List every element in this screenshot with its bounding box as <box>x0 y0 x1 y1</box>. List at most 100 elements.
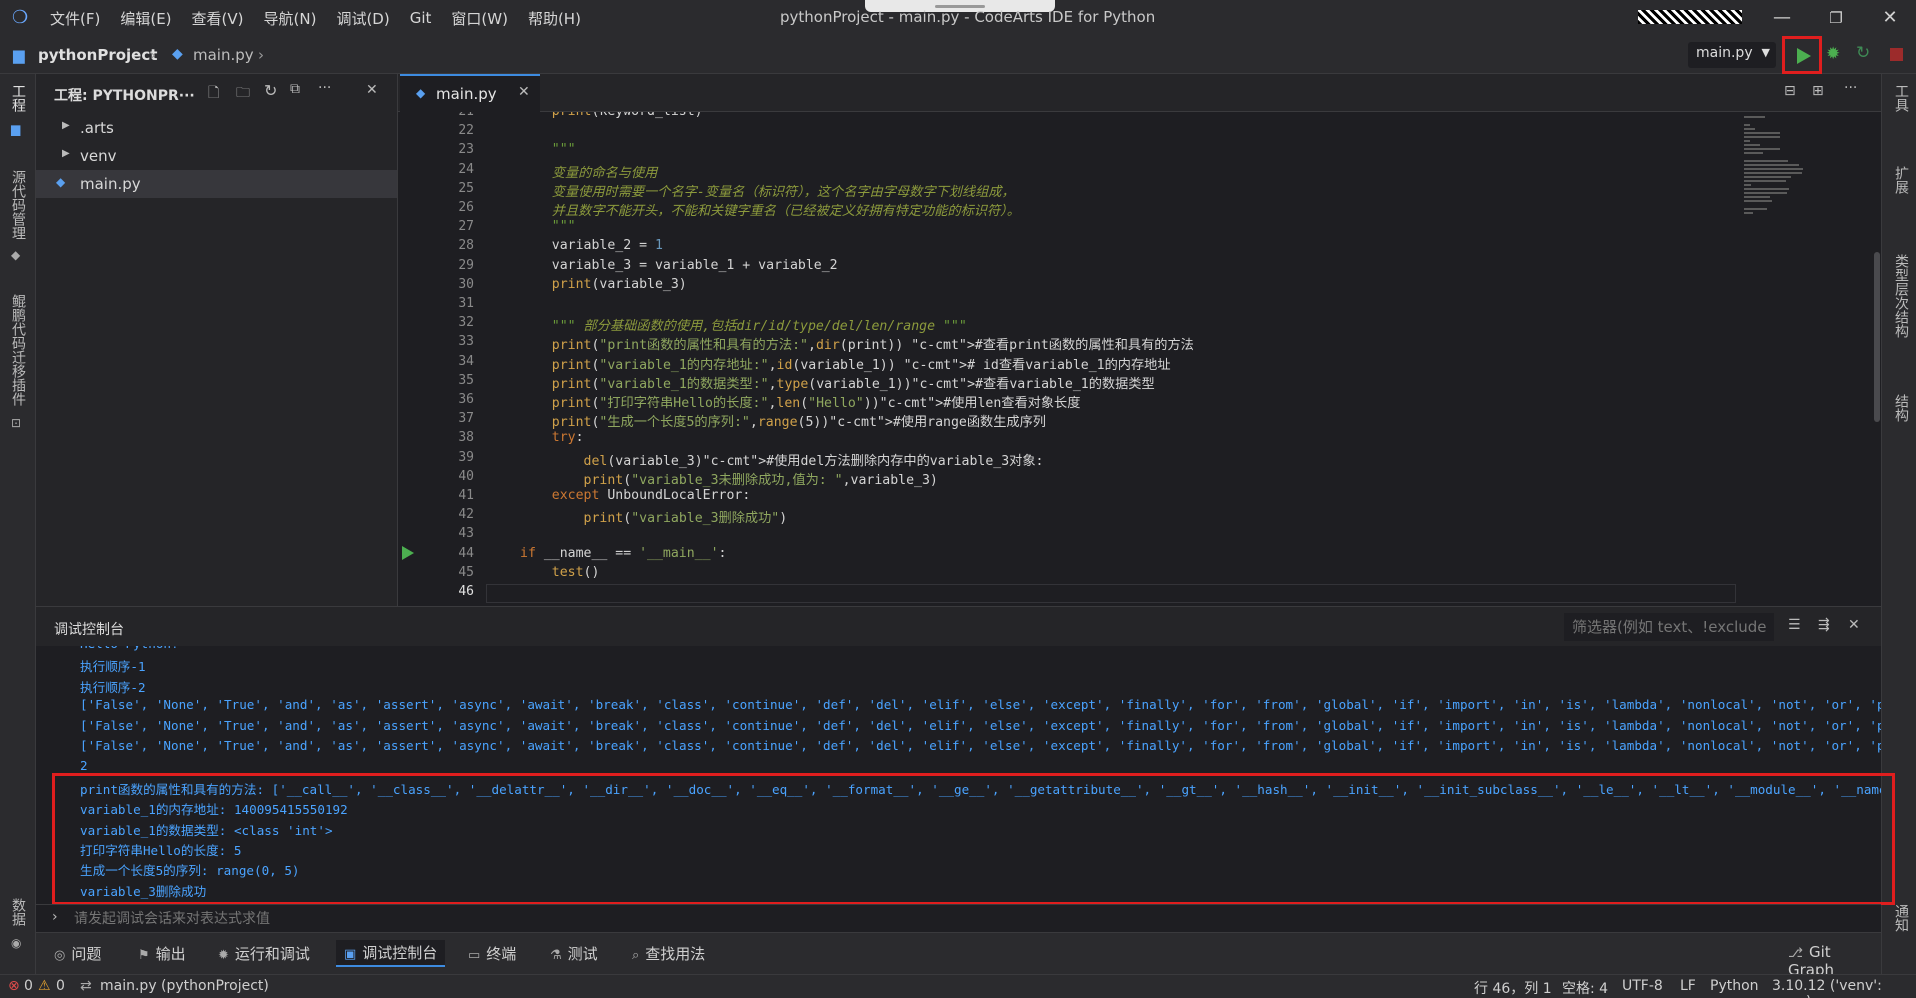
stop-icon[interactable] <box>1890 48 1903 61</box>
status-language[interactable]: Python <box>1710 978 1759 994</box>
code-line[interactable]: print(keyword_list) <box>520 112 703 119</box>
activity-project[interactable]: 工程 <box>8 84 28 112</box>
tab-output[interactable]: ⚑ 输出 <box>138 943 186 964</box>
tab-main-py[interactable]: ◆ main.py ✕ <box>400 74 540 112</box>
error-icon[interactable]: ⊗ <box>8 978 20 994</box>
run-config-select[interactable]: main.py ▼ <box>1688 42 1776 68</box>
status-encoding[interactable]: UTF-8 <box>1622 978 1663 994</box>
close-panel-icon[interactable]: ✕ <box>366 82 378 98</box>
bottom-panel-tabs: ◎ 问题 ⚑ 输出 ✹ 运行和调试 ▣ 调试控制台 ▭ 终端 ⚗ 测试 ⌕ 查找用法 ⎇ Git… <box>36 932 1881 979</box>
code-line[interactable]: print("variable_3未删除成功,值为: ",variable_3) <box>520 469 938 488</box>
minimap-line <box>1744 128 1755 130</box>
folder-icon: ▆ <box>13 46 25 64</box>
tab-label: 问题 <box>71 945 102 963</box>
eval-expression-input[interactable] <box>74 907 1774 931</box>
tab-terminal[interactable]: ▭ 终端 <box>468 943 516 964</box>
clear-console-icon[interactable]: ☰ <box>1788 617 1801 633</box>
activity-tools[interactable]: 工具 <box>1891 84 1911 112</box>
minimize-icon[interactable]: — <box>1768 6 1796 30</box>
close-tab-icon[interactable]: ✕ <box>518 84 530 100</box>
tree-item-main-py[interactable]: ◆ main.py <box>36 170 397 198</box>
line-number: 31 <box>458 296 474 311</box>
new-file-icon[interactable]: 🗋 <box>208 82 219 106</box>
minimap[interactable] <box>1736 112 1876 222</box>
restore-icon[interactable]: ❐ <box>1822 6 1850 30</box>
minimap-line <box>1744 152 1763 154</box>
console-filter-input[interactable] <box>1564 613 1774 641</box>
activity-data[interactable]: 数据 <box>8 898 28 926</box>
close-window-icon[interactable]: ✕ <box>1876 6 1904 30</box>
code-line[interactable]: print("variable_3删除成功") <box>520 507 788 526</box>
warning-icon[interactable]: ⚠ <box>38 978 51 994</box>
close-console-icon[interactable]: ✕ <box>1848 617 1860 633</box>
activity-source-control[interactable]: 源代码管理 <box>8 170 28 240</box>
code-line[interactable]: 变量使用时需要一个名字-变量名（标识符），这个名字由字母数字下划线组成， <box>520 181 1015 200</box>
activity-notifications[interactable]: 通知 <box>1891 904 1911 932</box>
tab-find-usages[interactable]: ⌕ 查找用法 <box>632 943 705 964</box>
activity-migration-plugin[interactable]: 鲲鹏代码迁移插件 <box>8 294 28 406</box>
code-editor[interactable]: 21 22 23 24 25 26 27 28 29 30 31 32 33 34 35 36 37 38 39 40… <box>398 112 1881 606</box>
code-line[interactable]: print("print函数的属性和具有的方法:",dir(print)) "c… <box>520 334 1194 353</box>
activity-extensions[interactable]: 扩展 <box>1891 166 1911 194</box>
code-line[interactable]: print("variable_1的数据类型:",type(variable_1… <box>520 373 1155 392</box>
code-line[interactable]: 变量的命名与使用 <box>520 162 658 181</box>
status-interpreter[interactable]: 3.10.12 ('venv': venv) <box>1772 978 1916 998</box>
tab-debug-console[interactable]: ▣ 调试控制台 <box>336 940 446 967</box>
tab-problems[interactable]: ◎ 问题 <box>54 943 101 964</box>
status-eol[interactable]: LF <box>1680 978 1696 994</box>
tree-item-arts[interactable]: ▶ .arts <box>36 114 397 142</box>
code-line[interactable]: if __name__ == '__main__': <box>520 546 726 561</box>
menu-git[interactable]: Git <box>410 9 432 27</box>
menu-navigate[interactable]: 导航(N) <box>264 8 317 29</box>
new-folder-icon[interactable]: 🗀 <box>236 82 250 106</box>
code-line[interactable]: variable_2 = 1 <box>520 238 663 253</box>
breadcrumb-chevron-icon: › <box>258 46 264 64</box>
console-output-line: ['False', 'None', 'True', 'and', 'as', '… <box>80 738 1881 753</box>
status-indent[interactable]: 空格: 4 <box>1562 978 1608 998</box>
menu-view[interactable]: 查看(V) <box>192 8 244 29</box>
menu-file[interactable]: 文件(F) <box>50 8 100 29</box>
word-wrap-icon[interactable]: ⇶ <box>1818 617 1830 633</box>
editor-more-icon[interactable]: ··· <box>1844 80 1857 96</box>
more-icon[interactable]: ··· <box>318 80 331 96</box>
code-line[interactable]: del(variable_3)"c-cmt">#使用del方法删除内存中的var… <box>520 450 1044 469</box>
layout-icon[interactable]: ⊞ <box>1812 83 1824 99</box>
breadcrumb-project[interactable]: pythonProject <box>38 46 157 64</box>
status-position[interactable]: 行 46，列 1 <box>1474 978 1552 998</box>
code-line[interactable]: """ 部分基础函数的使用,包括dir/id/type/del/len/rang… <box>520 315 967 334</box>
menu-help[interactable]: 帮助(H) <box>528 8 581 29</box>
reload-icon[interactable]: ↻ <box>1856 43 1870 63</box>
prompt-chevron-icon: › <box>52 909 58 925</box>
menu-window[interactable]: 窗口(W) <box>451 8 508 29</box>
debug-bug-icon[interactable]: ✹ <box>1826 44 1840 64</box>
activity-structure[interactable]: 结构 <box>1891 394 1911 422</box>
menu-edit[interactable]: 编辑(E) <box>120 8 171 29</box>
tab-tests[interactable]: ⚗ 测试 <box>550 943 598 964</box>
code-line[interactable]: test() <box>520 565 600 580</box>
editor-scrollbar[interactable] <box>1874 252 1880 422</box>
split-editor-icon[interactable]: ⊟ <box>1784 83 1796 99</box>
code-line[interactable]: 并且数字不能开头，不能和关键字重名（已经被定义好拥有特定功能的标识符）。 <box>520 200 1020 219</box>
refresh-icon[interactable]: ↻ <box>264 81 277 100</box>
code-line[interactable]: print("打印字符串Hello的长度:",len("Hello"))"c-c… <box>520 392 1081 411</box>
code-line[interactable]: print(variable_3) <box>520 277 687 292</box>
status-file[interactable]: main.py (pythonProject) <box>100 978 269 994</box>
run-button[interactable] <box>1782 36 1822 74</box>
run-gutter-icon[interactable] <box>402 546 414 560</box>
debug-console-icon: ▣ <box>344 947 357 962</box>
code-line[interactable]: variable_3 = variable_1 + variable_2 <box>520 258 838 273</box>
minimap-line <box>1744 136 1780 138</box>
breadcrumb-file[interactable]: main.py <box>193 46 254 64</box>
code-line[interactable]: try: <box>520 430 584 445</box>
line-number: 27 <box>458 219 474 235</box>
collapse-all-icon[interactable]: ⧉ <box>290 81 300 97</box>
code-line[interactable]: except UnboundLocalError: <box>520 488 751 503</box>
code-line[interactable]: print("variable_1的内存地址:",id(variable_1))… <box>520 354 1171 373</box>
code-line[interactable]: """ <box>520 142 576 157</box>
code-line[interactable]: print("生成一个长度5的序列:",range(5))"c-cmt">#使用… <box>520 411 1046 430</box>
code-line[interactable]: """ <box>520 219 576 234</box>
activity-type-hierarchy[interactable]: 类型层次结构 <box>1891 254 1911 338</box>
tree-item-venv[interactable]: ▶ venv <box>36 142 397 170</box>
menu-debug[interactable]: 调试(D) <box>336 8 389 29</box>
tab-run-debug[interactable]: ✹ 运行和调试 <box>218 943 310 964</box>
